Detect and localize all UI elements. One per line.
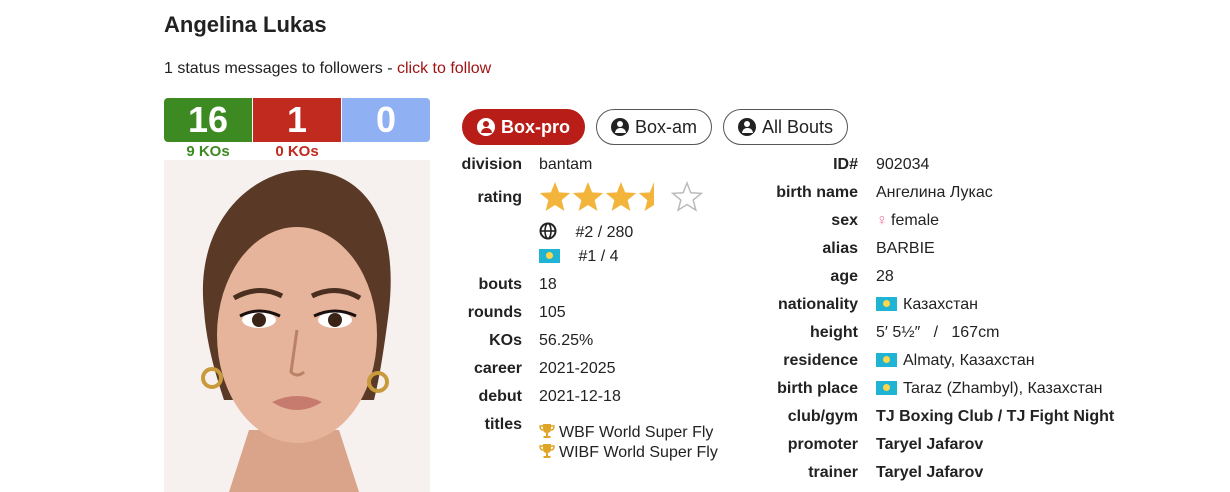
losses-kos: 0 KOs xyxy=(275,143,319,160)
height-value: 5′ 5½″ / 167cm xyxy=(876,324,1000,341)
promoter-value[interactable]: Taryel Jafarov xyxy=(876,436,983,454)
country-rank-row: #1 / 4 xyxy=(539,248,618,266)
sex-row: ♀ female xyxy=(876,212,939,230)
age-label: age xyxy=(830,268,858,285)
birth-place-label: birth place xyxy=(777,380,858,397)
id-value: 902034 xyxy=(876,156,930,173)
career-value: 2021-2025 xyxy=(539,360,616,377)
birth-place-row[interactable]: Taraz (Zhambyl), Казахстан xyxy=(876,380,1102,398)
tab-label: Box-pro xyxy=(501,116,570,137)
tab-all-bouts[interactable]: All Bouts xyxy=(723,109,849,145)
user-circle-icon xyxy=(477,118,495,136)
wins-kos: 9 KOs xyxy=(186,143,230,160)
alias-label: alias xyxy=(822,240,858,257)
kazakhstan-flag-icon xyxy=(876,297,897,311)
tab-box-pro[interactable]: Box-pro xyxy=(462,109,585,145)
rounds-value: 105 xyxy=(539,304,566,321)
kos-value: 56.25% xyxy=(539,332,594,349)
residence-row[interactable]: Almaty, Казахстан xyxy=(876,352,1035,370)
birth-name-value: Ангелина Лукас xyxy=(876,184,993,201)
nationality-row[interactable]: Казахстан xyxy=(876,296,978,314)
record-tabs: Box-pro Box-am All Bouts xyxy=(462,109,849,145)
age-value: 28 xyxy=(876,268,894,285)
trophy-icon xyxy=(539,444,555,458)
draws-count: 0 xyxy=(341,98,430,142)
kazakhstan-flag-icon xyxy=(876,353,897,367)
country-rank[interactable]: #1 / 4 xyxy=(578,248,618,265)
nationality-value: Казахстан xyxy=(903,296,978,313)
trainer-label: trainer xyxy=(808,464,858,481)
kazakhstan-flag-icon xyxy=(539,249,560,263)
tab-label: All Bouts xyxy=(762,116,834,137)
career-label: career xyxy=(473,360,522,377)
rating-star xyxy=(638,182,654,211)
height-label: height xyxy=(810,324,858,341)
club-label: club/gym xyxy=(787,408,858,425)
bouts-value: 18 xyxy=(539,276,557,293)
title-item[interactable]: WBF World Super Fly xyxy=(539,423,713,442)
rating-star xyxy=(670,180,704,212)
tab-box-am[interactable]: Box-am xyxy=(596,109,713,145)
alias-value: BARBIE xyxy=(876,240,935,257)
kos-label: KOs xyxy=(489,332,522,349)
rating-label: rating xyxy=(477,189,522,206)
boxer-photo xyxy=(164,160,430,492)
tab-label: Box-am xyxy=(635,116,698,137)
nationality-label: nationality xyxy=(777,296,858,313)
bouts-label: bouts xyxy=(478,276,522,293)
kazakhstan-flag-icon xyxy=(876,381,897,395)
record-bar: 16 1 0 xyxy=(164,98,430,142)
id-label: ID# xyxy=(833,156,858,173)
rating-star xyxy=(572,182,604,211)
losses-count: 1 xyxy=(252,98,341,142)
debut-value[interactable]: 2021-12-18 xyxy=(539,388,621,406)
trainer-value[interactable]: Taryel Jafarov xyxy=(876,464,983,482)
promoter-label: promoter xyxy=(787,436,858,453)
title-item[interactable]: WIBF World Super Fly xyxy=(539,443,718,462)
title-name: WIBF World Super Fly xyxy=(559,444,718,461)
world-rank-row: #2 / 280 xyxy=(539,222,633,242)
residence-value: Almaty, Казахстан xyxy=(903,352,1035,369)
globe-icon xyxy=(539,222,557,240)
status-text: 1 status messages to followers - xyxy=(164,60,397,77)
wins-count: 16 xyxy=(164,98,252,142)
follow-link[interactable]: click to follow xyxy=(397,60,491,77)
division-value: bantam xyxy=(539,156,593,173)
user-circle-icon xyxy=(738,118,757,136)
female-symbol-icon: ♀ xyxy=(876,212,888,229)
boxer-name: Angelina Lukas xyxy=(164,12,327,37)
club-value[interactable]: TJ Boxing Club / TJ Fight Night xyxy=(876,408,1114,426)
debut-label: debut xyxy=(478,388,522,405)
user-circle-icon xyxy=(611,118,629,136)
sex-label: sex xyxy=(831,212,858,229)
title-name: WBF World Super Fly xyxy=(559,424,714,441)
trophy-icon xyxy=(539,424,555,438)
status-line: 1 status messages to followers - click t… xyxy=(164,60,491,78)
division-label: division xyxy=(461,156,522,173)
birth-name-label: birth name xyxy=(776,184,858,201)
rating-star xyxy=(605,182,637,211)
rating-stars xyxy=(539,180,709,221)
birth-place-value: Taraz (Zhambyl), Казахстан xyxy=(903,380,1103,397)
rating-star xyxy=(539,182,571,211)
sex-value: female xyxy=(891,212,940,229)
residence-label: residence xyxy=(783,352,858,369)
world-rank[interactable]: #2 / 280 xyxy=(575,224,633,241)
rounds-label: rounds xyxy=(467,304,522,321)
titles-label: titles xyxy=(484,416,522,433)
